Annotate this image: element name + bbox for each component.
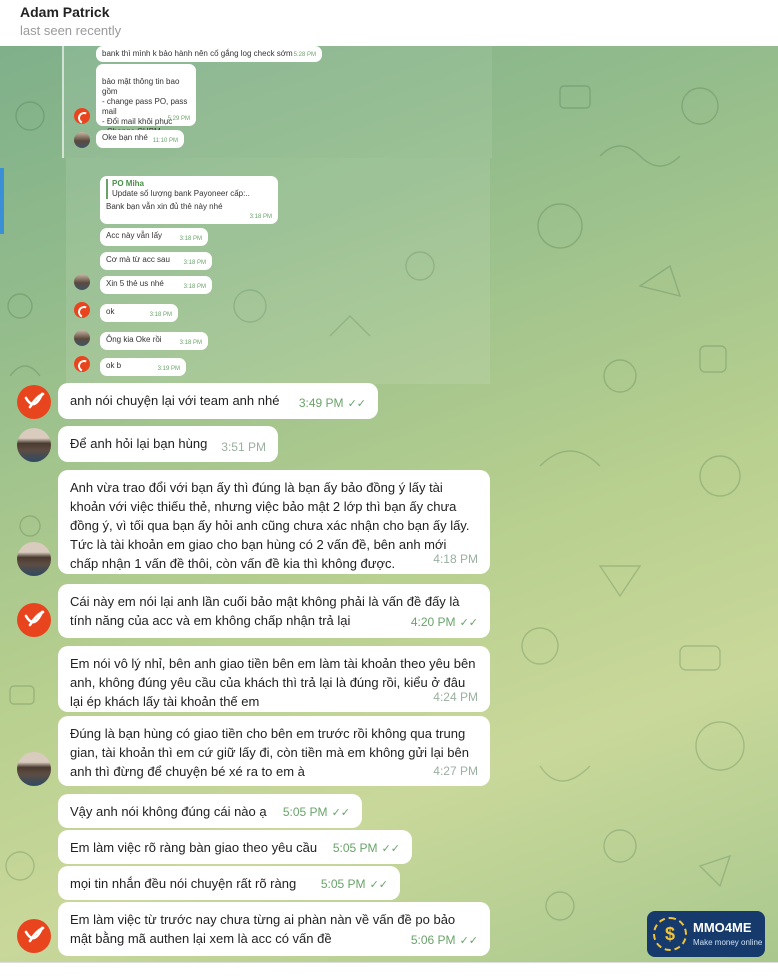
read-ticks-icon: ✓✓ — [381, 843, 400, 855]
avatar-icon — [74, 132, 90, 148]
scroll-indicator — [0, 168, 4, 234]
avatar-icon — [74, 108, 90, 124]
avatar-icon[interactable] — [17, 603, 51, 637]
message-bubble[interactable]: mọi tin nhắn đều nói chuyện rất rõ ràng … — [58, 866, 400, 900]
chat-header: Adam Patrick last seen recently — [0, 0, 778, 47]
embedded-message: bảo mật thông tin bao gồm - change pass … — [96, 64, 196, 148]
read-ticks-icon: ✓✓ — [459, 617, 478, 629]
avatar-icon[interactable] — [17, 919, 51, 953]
embedded-reply-message: PO Miha Update số lượng bank Payoneer cấ… — [100, 176, 278, 224]
embedded-message: Xin 5 thẻ us nhé 3:18 PM — [100, 276, 212, 294]
embedded-screenshot-top: bank thì mình k bảo hành nên cố gắng log… — [62, 46, 492, 158]
message-bubble[interactable]: Đúng là bạn hùng có giao tiền cho bên em… — [58, 716, 490, 786]
avatar-icon[interactable] — [17, 428, 51, 462]
read-ticks-icon: ✓✓ — [331, 807, 350, 819]
embedded-message: bank thì mình k bảo hành nên cố gắng log… — [96, 46, 322, 62]
contact-name[interactable]: Adam Patrick — [20, 4, 109, 20]
avatar-icon[interactable] — [17, 385, 51, 419]
message-bubble[interactable]: Vậy anh nói không đúng cái nào ạ 5:05 PM… — [58, 794, 362, 828]
contact-status: last seen recently — [20, 23, 122, 38]
embedded-screenshot-bottom: PO Miha Update số lượng bank Payoneer cấ… — [66, 158, 490, 384]
avatar-icon — [74, 302, 90, 318]
read-ticks-icon: ✓✓ — [347, 398, 366, 410]
message-bubble[interactable]: Cái này em nói lại anh lần cuối bảo mật … — [58, 584, 490, 638]
message-bubble[interactable]: Em làm việc rõ ràng bàn giao theo yêu cầ… — [58, 830, 412, 864]
message-bubble[interactable]: anh nói chuyện lại với team anh nhé 3:49… — [58, 383, 378, 419]
chat-area[interactable]: bank thì mình k bảo hành nên cố gắng log… — [0, 46, 778, 962]
watermark-logo: $ MMO4ME Make money online — [647, 911, 765, 957]
dollar-icon: $ — [653, 917, 687, 951]
avatar-icon — [74, 274, 90, 290]
input-bar[interactable] — [0, 962, 778, 977]
read-ticks-icon: ✓✓ — [369, 879, 388, 891]
embedded-message: ok b 3:19 PM — [100, 358, 186, 376]
embedded-message: Oke bạn nhé 11:10 PM — [96, 130, 184, 148]
avatar-icon[interactable] — [17, 752, 51, 786]
message-bubble[interactable]: Em nói vô lý nhỉ, bên anh giao tiền bên … — [58, 646, 490, 712]
avatar-icon — [74, 356, 90, 372]
message-bubble[interactable]: Để anh hỏi lại bạn hùng 3:51 PM — [58, 426, 278, 462]
read-ticks-icon: ✓✓ — [459, 935, 478, 947]
message-bubble[interactable]: Anh vừa trao đổi với bạn ấy thì đúng là … — [58, 470, 490, 574]
avatar-icon[interactable] — [17, 542, 51, 576]
embedded-message: ok 3:18 PM — [100, 304, 178, 322]
watermark-tagline: Make money online — [693, 938, 763, 947]
avatar-icon — [74, 330, 90, 346]
embedded-message: Ông kia Oke rồi 3:18 PM — [100, 332, 208, 350]
watermark-brand: MMO4ME — [693, 920, 752, 935]
embedded-message: Cơ mà từ acc sau 3:18 PM — [100, 252, 212, 270]
embedded-message: Acc này vẫn lấy 3:18 PM — [100, 228, 208, 246]
message-bubble[interactable]: Em làm việc từ trước nay chưa từng ai ph… — [58, 902, 490, 956]
